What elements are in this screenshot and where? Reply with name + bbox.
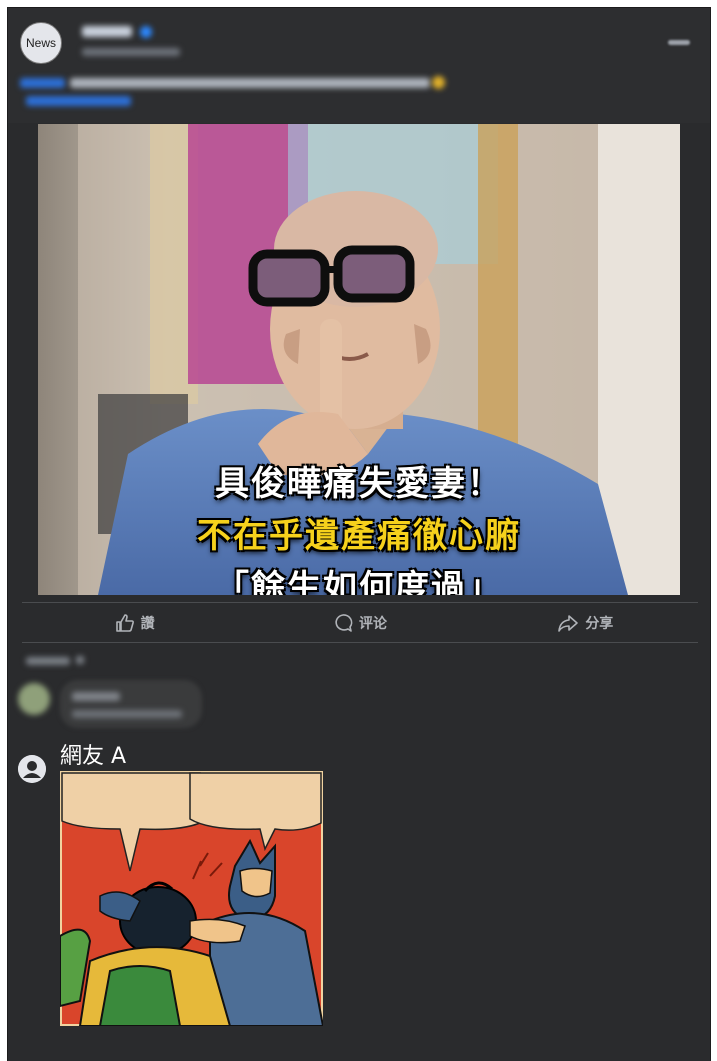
divider-top	[22, 602, 698, 603]
comment-bubble-redacted	[60, 680, 202, 728]
page-avatar[interactable]: News	[20, 22, 62, 64]
post-meta-redacted	[82, 48, 180, 56]
post-link-redacted[interactable]	[26, 96, 131, 106]
caption-line-1: 具俊曄痛失愛妻！	[215, 464, 503, 504]
comment-sort-redacted[interactable]	[26, 657, 70, 665]
caption-line-2: 不在乎遺產痛徹心腑	[197, 516, 521, 556]
more-options-icon[interactable]	[668, 40, 690, 45]
emoji-icon	[432, 76, 445, 89]
post-text-redacted	[70, 78, 430, 88]
page-avatar-label: News	[25, 36, 56, 50]
like-button[interactable]: 讚	[22, 606, 247, 640]
post-hashtag-redacted[interactable]	[20, 78, 65, 88]
divider-bottom	[22, 642, 698, 643]
action-bar: 讚 评论 分享	[22, 606, 698, 640]
comment-text-redacted	[72, 710, 182, 718]
user-avatar-icon[interactable]	[18, 755, 46, 783]
comment-label: 评论	[358, 615, 387, 631]
meme-image[interactable]	[60, 771, 323, 1026]
share-button[interactable]: 分享	[473, 606, 698, 640]
facebook-post: News 具俊曄痛失愛妻！ 不在乎遺產痛徹心腑 「餘生如何度過」 讚 评论 分享…	[8, 8, 710, 1061]
verified-badge-icon	[140, 26, 152, 38]
commenter-avatar-redacted[interactable]	[18, 683, 50, 715]
post-header: News	[8, 8, 710, 123]
commenter-name-redacted[interactable]	[72, 692, 120, 701]
comment-button[interactable]: 评论	[247, 606, 472, 640]
share-label: 分享	[585, 615, 614, 631]
post-photo[interactable]: 具俊曄痛失愛妻！ 不在乎遺產痛徹心腑 「餘生如何度過」	[38, 124, 680, 595]
meme-illustration	[60, 771, 323, 1026]
like-label: 讚	[140, 615, 155, 631]
comment-icon	[335, 614, 353, 632]
person-icon	[18, 755, 46, 783]
comment-user-name[interactable]: 網友 A	[60, 738, 126, 770]
share-icon	[558, 615, 579, 632]
thumbs-up-icon	[115, 614, 134, 632]
chevron-down-icon[interactable]	[76, 656, 84, 664]
caption-line-3: 「餘生如何度過」	[215, 568, 503, 595]
page-name-redacted[interactable]	[82, 26, 132, 37]
